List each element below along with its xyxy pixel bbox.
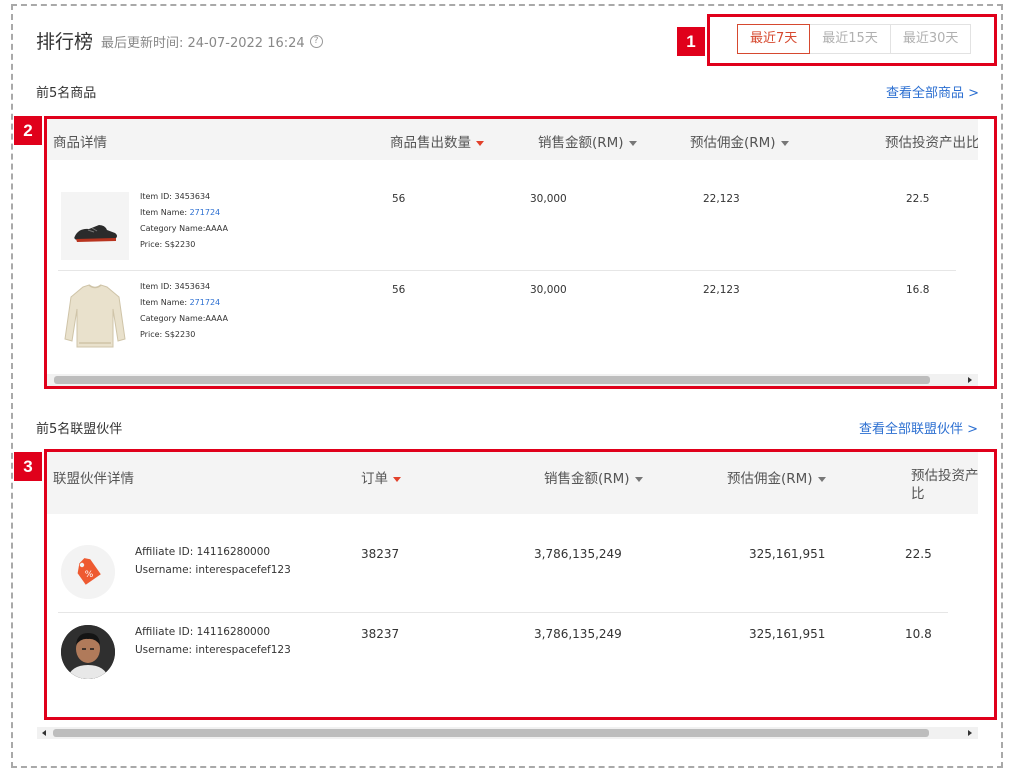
affiliates-scrollbar[interactable] [37,727,978,739]
annotation-box-2 [44,116,997,389]
view-all-products-link[interactable]: 查看全部商品 > [886,82,979,101]
affiliates-section-title: 前5名联盟伙伴 [36,422,123,437]
last-updated-text: 最后更新时间: 24-07-2022 16:24 [101,36,305,51]
products-section-title: 前5名商品 [36,86,97,101]
scroll-left-icon[interactable] [42,730,46,736]
ranking-page: 排行榜 最后更新时间: 24-07-2022 16:24 ? 最近7天 最近15… [0,0,1015,775]
range-tab-7d[interactable]: 最近7天 [737,24,811,54]
scroll-right-icon[interactable] [968,730,972,736]
page-title: 排行榜 [36,31,94,53]
view-all-affiliates-link[interactable]: 查看全部联盟伙伴 > [859,418,978,437]
question-circle-icon[interactable]: ? [309,35,323,48]
annotation-badge-3: 3 [14,452,42,481]
annotation-box-3 [44,449,997,720]
scrollbar-thumb[interactable] [53,729,929,737]
annotation-badge-1: 1 [677,27,705,56]
annotation-badge-2: 2 [14,116,42,145]
last-updated: 最后更新时间: 24-07-2022 16:24 ? [101,32,323,51]
